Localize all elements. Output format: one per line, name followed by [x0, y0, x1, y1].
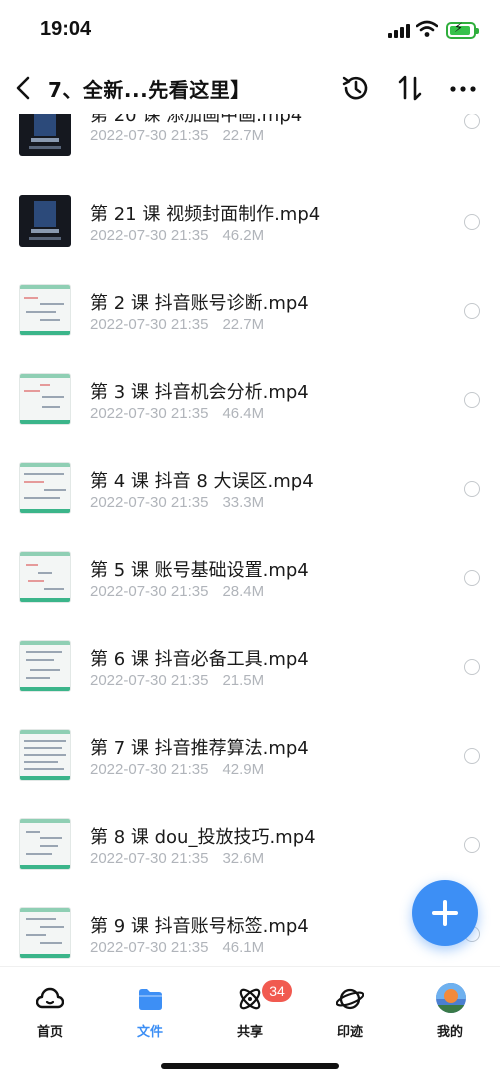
nav-item-me[interactable]: 我的 — [410, 979, 490, 1040]
nav-item-home[interactable]: 首页 — [10, 979, 90, 1040]
file-date: 2022-07-30 21:35 — [90, 127, 209, 144]
file-name: 第 20 课 添加画中画.mp4 — [90, 114, 303, 126]
file-date: 2022-07-30 21:35 — [90, 583, 209, 600]
battery-icon: ⚡ — [446, 21, 479, 39]
file-name: 第 6 课 抖音必备工具.mp4 — [90, 649, 309, 670]
nav-item-files[interactable]: 文件 — [110, 979, 190, 1040]
select-radio[interactable] — [464, 837, 480, 853]
file-row[interactable]: 第 4 课 抖音 8 大误区.mp4 2022-07-30 21:35 33.3M — [0, 457, 500, 546]
select-radio[interactable] — [464, 214, 480, 230]
file-meta: 2022-07-30 21:35 42.9M — [90, 761, 264, 778]
file-row[interactable]: 第 21 课 视频封面制作.mp4 2022-07-30 21:35 46.2M — [0, 190, 500, 279]
select-radio[interactable] — [464, 659, 480, 675]
header-bar: 7、全新...先看这里】 — [0, 62, 500, 114]
file-meta: 2022-07-30 21:35 32.6M — [90, 850, 264, 867]
nav-label-share: 共享 — [236, 1025, 263, 1040]
file-row[interactable]: 第 6 课 抖音必备工具.mp4 2022-07-30 21:35 21.5M — [0, 635, 500, 724]
nav-label-home: 首页 — [36, 1025, 63, 1040]
mindmap-thumbnail — [19, 284, 71, 336]
file-list: 第 20 课 添加画中画.mp4 2022-07-30 21:35 22.7M 第… — [0, 114, 500, 966]
file-size: 28.4M — [222, 583, 265, 600]
file-meta: 2022-07-30 21:35 28.4M — [90, 583, 264, 600]
file-size: 22.7M — [222, 316, 265, 333]
file-meta: 2022-07-30 21:35 46.2M — [90, 227, 264, 244]
file-meta: 2022-07-30 21:35 22.7M — [90, 127, 264, 144]
video-thumbnail — [19, 195, 71, 247]
video-thumbnail — [19, 114, 71, 156]
file-date: 2022-07-30 21:35 — [90, 939, 209, 956]
back-icon[interactable] — [10, 72, 38, 104]
mindmap-thumbnail — [19, 373, 71, 425]
file-name: 第 21 课 视频封面制作.mp4 — [90, 204, 321, 225]
history-icon[interactable] — [340, 72, 372, 104]
file-meta: 2022-07-30 21:35 33.3M — [90, 494, 264, 511]
select-radio[interactable] — [464, 303, 480, 319]
file-size: 32.6M — [222, 850, 265, 867]
mindmap-thumbnail — [19, 729, 71, 781]
file-size: 33.3M — [222, 494, 265, 511]
nav-label-me: 我的 — [436, 1025, 463, 1040]
sort-icon[interactable] — [394, 72, 426, 104]
nav-label-files: 文件 — [136, 1025, 163, 1040]
file-name: 第 7 课 抖音推荐算法.mp4 — [90, 738, 309, 759]
file-name: 第 2 课 抖音账号诊断.mp4 — [90, 293, 309, 314]
nav-item-traces[interactable]: 印迹 — [310, 979, 390, 1040]
select-radio[interactable] — [464, 570, 480, 586]
mindmap-thumbnail — [19, 640, 71, 692]
page-title: 7、全新...先看这里】 — [48, 78, 251, 102]
file-size: 21.5M — [222, 672, 265, 689]
file-meta: 2022-07-30 21:35 46.4M — [90, 405, 264, 422]
more-icon[interactable] — [447, 72, 479, 104]
mindmap-thumbnail — [19, 462, 71, 514]
file-size: 46.1M — [222, 939, 265, 956]
file-meta: 2022-07-30 21:35 46.1M — [90, 939, 264, 956]
file-row[interactable]: 第 3 课 抖音机会分析.mp4 2022-07-30 21:35 46.4M — [0, 368, 500, 457]
file-meta: 2022-07-30 21:35 22.7M — [90, 316, 264, 333]
file-name: 第 3 课 抖音机会分析.mp4 — [90, 382, 309, 403]
file-name: 第 5 课 账号基础设置.mp4 — [90, 560, 309, 581]
file-row[interactable]: 第 20 课 添加画中画.mp4 2022-07-30 21:35 22.7M — [0, 114, 500, 190]
file-date: 2022-07-30 21:35 — [90, 850, 209, 867]
select-radio[interactable] — [464, 114, 480, 129]
signal-icon — [388, 24, 410, 38]
file-row[interactable]: 第 2 课 抖音账号诊断.mp4 2022-07-30 21:35 22.7M — [0, 279, 500, 368]
file-date: 2022-07-30 21:35 — [90, 761, 209, 778]
file-size: 46.4M — [222, 405, 265, 422]
file-name: 第 4 课 抖音 8 大误区.mp4 — [90, 471, 314, 492]
status-time: 19:04 — [40, 18, 92, 40]
file-date: 2022-07-30 21:35 — [90, 494, 209, 511]
status-bar: 19:04 ⚡ — [0, 0, 500, 62]
file-size: 46.2M — [222, 227, 265, 244]
select-radio[interactable] — [464, 392, 480, 408]
nav-label-traces: 印迹 — [336, 1025, 363, 1040]
file-name: 第 9 课 抖音账号标签.mp4 — [90, 916, 309, 937]
select-radio[interactable] — [464, 748, 480, 764]
home-indicator — [161, 1063, 339, 1069]
mindmap-thumbnail — [19, 551, 71, 603]
file-row[interactable]: 第 5 课 账号基础设置.mp4 2022-07-30 21:35 28.4M — [0, 546, 500, 635]
file-row[interactable]: 第 7 课 抖音推荐算法.mp4 2022-07-30 21:35 42.9M — [0, 724, 500, 813]
share-badge: 34 — [262, 980, 292, 1002]
select-radio[interactable] — [464, 481, 480, 497]
file-meta: 2022-07-30 21:35 21.5M — [90, 672, 264, 689]
file-size: 22.7M — [222, 127, 265, 144]
add-button[interactable] — [412, 880, 478, 946]
file-size: 42.9M — [222, 761, 265, 778]
file-date: 2022-07-30 21:35 — [90, 405, 209, 422]
cloud-icon — [36, 987, 64, 1009]
planet-icon — [336, 988, 364, 1010]
file-date: 2022-07-30 21:35 — [90, 316, 209, 333]
mindmap-thumbnail — [19, 818, 71, 870]
atom-icon — [239, 988, 261, 1010]
mindmap-thumbnail — [19, 907, 71, 959]
file-date: 2022-07-30 21:35 — [90, 227, 209, 244]
file-name: 第 8 课 dou_投放技巧.mp4 — [90, 827, 316, 848]
folder-icon — [139, 989, 162, 1010]
avatar — [436, 983, 466, 1013]
file-date: 2022-07-30 21:35 — [90, 672, 209, 689]
wifi-icon — [416, 20, 438, 37]
